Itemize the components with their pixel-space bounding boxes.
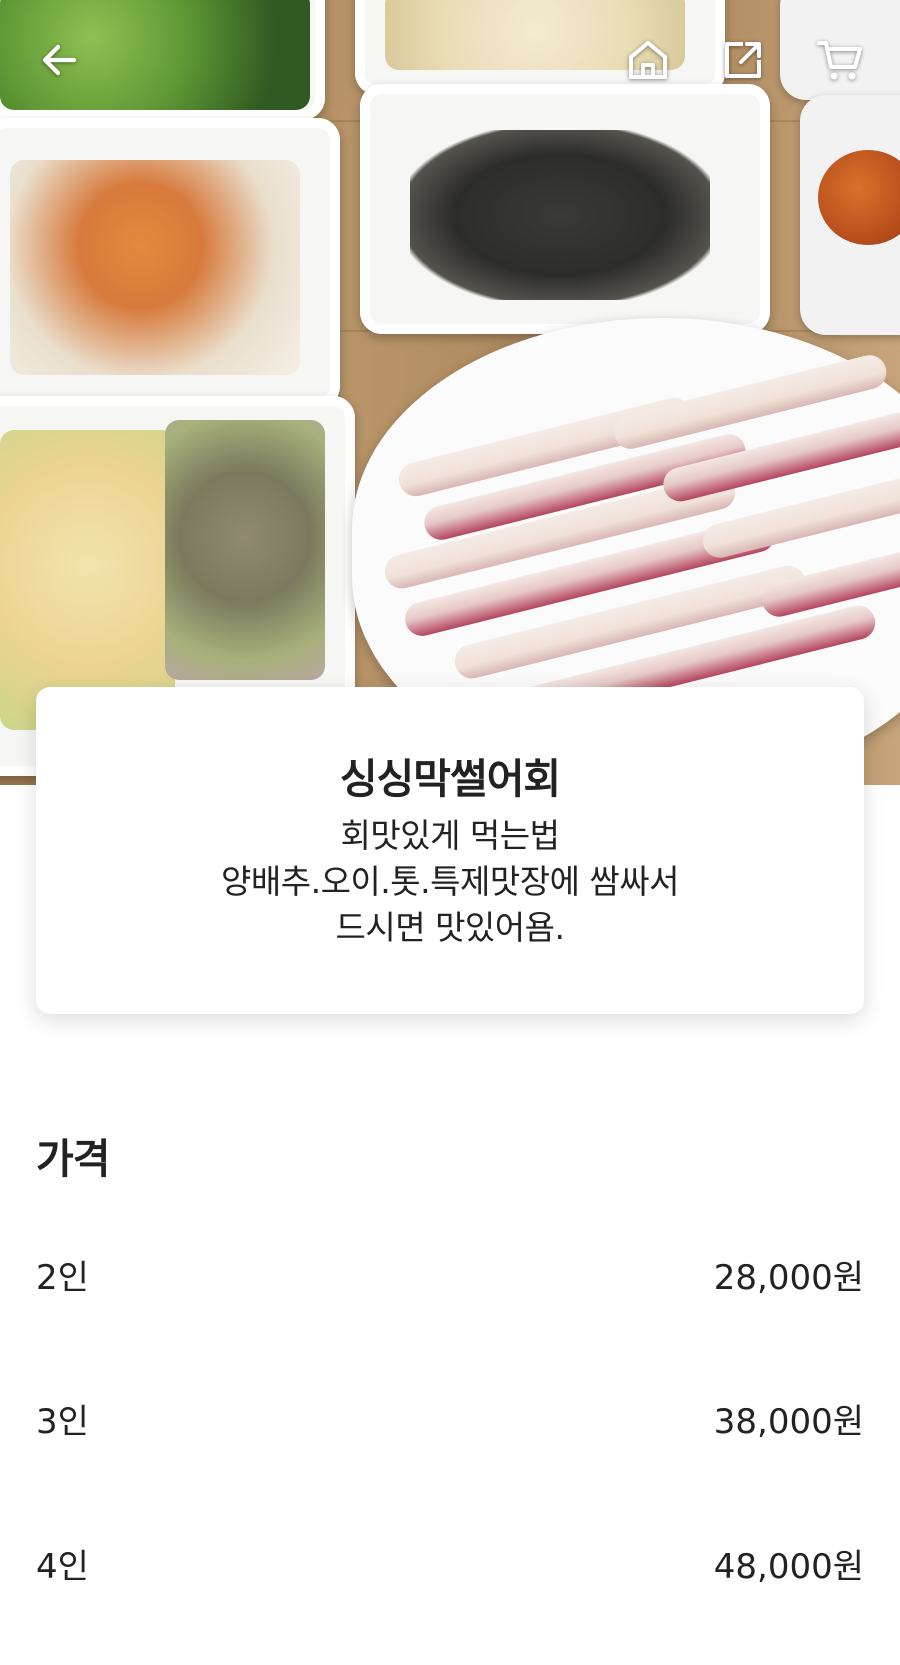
share-icon <box>725 42 761 78</box>
price-option-row[interactable]: 4인 48,000원 <box>36 1533 864 1593</box>
arrow-left-icon <box>42 44 77 76</box>
menu-item-photo <box>0 0 900 785</box>
price-option-value: 28,000원 <box>713 1257 864 1298</box>
menu-info-card: 싱싱막썰어회 회맛있게 먹는법 양배추.오이.톳.특제맛장에 쌈싸서 드시면 맛… <box>36 687 864 1014</box>
price-option-label: 2인 <box>36 1257 89 1298</box>
price-section-title: 가격 <box>36 1135 110 1183</box>
back-button[interactable] <box>34 34 86 86</box>
price-option-row[interactable]: 2인 28,000원 <box>36 1244 864 1304</box>
menu-item-description: 회맛있게 먹는법 양배추.오이.톳.특제맛장에 쌈싸서 드시면 맛있어욤. <box>221 816 680 947</box>
price-option-value: 48,000원 <box>713 1546 864 1587</box>
price-option-label: 3인 <box>36 1401 89 1442</box>
price-option-row[interactable]: 3인 38,000원 <box>36 1388 864 1448</box>
price-option-label: 4인 <box>36 1546 89 1587</box>
share-button[interactable] <box>717 34 769 86</box>
home-icon <box>629 41 667 79</box>
price-option-value: 38,000원 <box>713 1401 864 1442</box>
cart-icon <box>817 41 862 80</box>
cart-button[interactable] <box>814 34 866 86</box>
home-button[interactable] <box>622 34 674 86</box>
menu-item-title: 싱싱막썰어회 <box>339 755 561 803</box>
